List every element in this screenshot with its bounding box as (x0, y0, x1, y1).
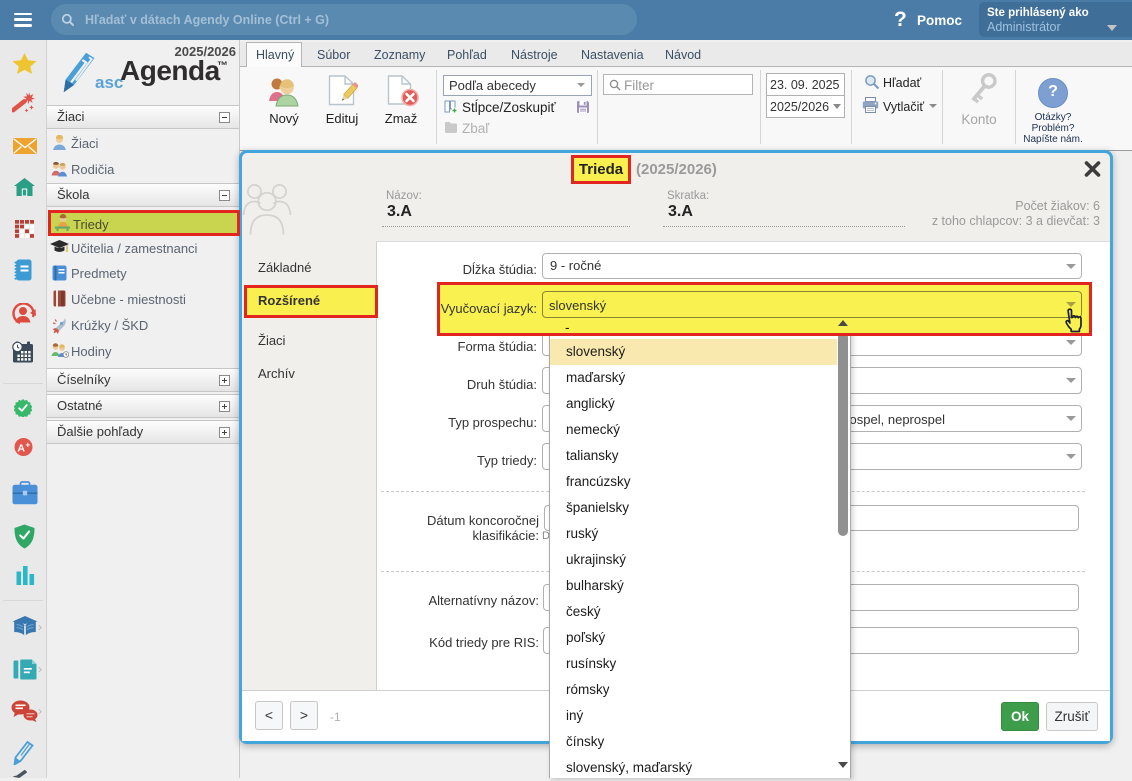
svg-text:+: + (26, 441, 31, 450)
svg-text:A: A (17, 443, 25, 455)
